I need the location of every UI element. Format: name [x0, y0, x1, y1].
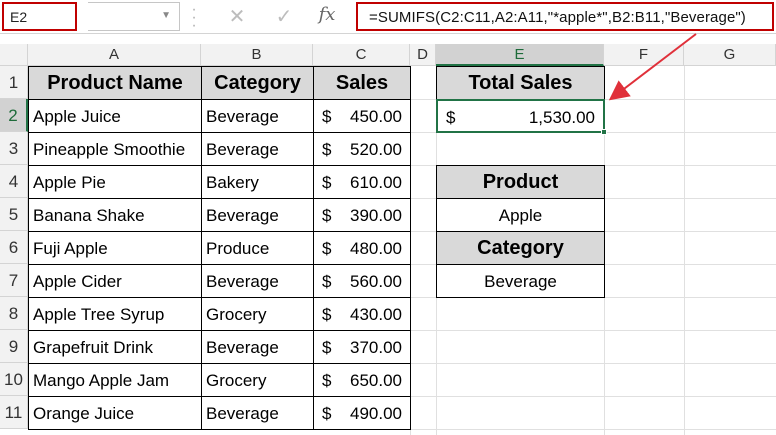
name-box-dropdown[interactable]: ▼ [88, 2, 180, 31]
chevron-down-icon[interactable]: ▼ [161, 10, 171, 21]
category-label[interactable]: Category [436, 231, 605, 265]
product-label[interactable]: Product [436, 165, 605, 199]
header-category[interactable]: Category [201, 66, 314, 100]
category-cell[interactable]: Grocery [201, 363, 314, 397]
row-header-5[interactable]: 5 [0, 198, 28, 231]
column-header-f[interactable]: F [604, 44, 684, 66]
cancel-icon[interactable]: ✕ [224, 4, 250, 29]
sales-value: 560.00 [350, 272, 402, 291]
name-box-value: E2 [10, 9, 28, 25]
currency-sign: $ [322, 338, 332, 357]
sales-cell[interactable]: $450.00 [313, 99, 411, 133]
product-name-cell[interactable]: Apple Pie [28, 165, 202, 199]
column-header-d[interactable]: D [410, 44, 436, 66]
row-header-6[interactable]: 6 [0, 231, 28, 264]
sales-value: 370.00 [350, 338, 402, 357]
total-sales-value: 1,530.00 [528, 108, 595, 127]
sales-cell[interactable]: $520.00 [313, 132, 411, 166]
total-sales-cell[interactable]: $ 1,530.00 [436, 99, 605, 133]
row-header-10[interactable]: 10 [0, 363, 28, 396]
header-product-name[interactable]: Product Name [28, 66, 202, 100]
column-header-b[interactable]: B [201, 44, 313, 66]
currency-sign: $ [322, 140, 332, 159]
category-cell[interactable]: Produce [201, 231, 314, 265]
column-header-a[interactable]: A [28, 44, 201, 66]
row-header-3[interactable]: 3 [0, 132, 28, 165]
product-name-cell[interactable]: Apple Cider [28, 264, 202, 298]
currency-sign: $ [322, 107, 332, 126]
category-cell[interactable]: Beverage [201, 330, 314, 364]
gridline [684, 66, 685, 435]
currency-sign: $ [322, 173, 332, 192]
product-name-cell[interactable]: Apple Juice [28, 99, 202, 133]
product-name-cell[interactable]: Grapefruit Drink [28, 330, 202, 364]
product-name-cell[interactable]: Banana Shake [28, 198, 202, 232]
category-cell[interactable]: Beverage [201, 99, 314, 133]
name-box[interactable]: E2 [2, 2, 77, 31]
row-header-1[interactable]: 1 [0, 66, 28, 99]
sales-value: 610.00 [350, 173, 402, 192]
currency-sign: $ [446, 108, 456, 127]
sales-cell[interactable]: $610.00 [313, 165, 411, 199]
sales-cell[interactable]: $430.00 [313, 297, 411, 331]
category-cell[interactable]: Grocery [201, 297, 314, 331]
row-header-7[interactable]: 7 [0, 264, 28, 297]
product-criteria[interactable]: Apple [436, 198, 605, 232]
currency-sign: $ [322, 272, 332, 291]
sales-cell[interactable]: $650.00 [313, 363, 411, 397]
sales-value: 390.00 [350, 206, 402, 225]
select-all-corner[interactable] [0, 44, 28, 66]
category-cell[interactable]: Beverage [201, 198, 314, 232]
sales-value: 450.00 [350, 107, 402, 126]
row-header-2[interactable]: 2 [0, 99, 28, 132]
product-name-cell[interactable]: Apple Tree Syrup [28, 297, 202, 331]
category-cell[interactable]: Beverage [201, 132, 314, 166]
category-cell[interactable]: Beverage [201, 396, 314, 430]
enter-icon[interactable]: ✓ [271, 4, 297, 29]
total-sales-label[interactable]: Total Sales [436, 66, 605, 100]
sales-cell[interactable]: $480.00 [313, 231, 411, 265]
row-header-4[interactable]: 4 [0, 165, 28, 198]
sales-value: 480.00 [350, 239, 402, 258]
product-name-cell[interactable]: Mango Apple Jam [28, 363, 202, 397]
formula-text: =SUMIFS(C2:C11,A2:A11,"*apple*",B2:B11,"… [369, 9, 746, 26]
currency-sign: $ [322, 305, 332, 324]
product-name-cell[interactable]: Fuji Apple [28, 231, 202, 265]
header-sales[interactable]: Sales [313, 66, 411, 100]
formula-input[interactable]: =SUMIFS(C2:C11,A2:A11,"*apple*",B2:B11,"… [356, 2, 774, 31]
category-cell[interactable]: Beverage [201, 264, 314, 298]
product-name-cell[interactable]: Orange Juice [28, 396, 202, 430]
currency-sign: $ [322, 404, 332, 423]
currency-sign: $ [322, 239, 332, 258]
sales-value: 520.00 [350, 140, 402, 159]
product-name-cell[interactable]: Pineapple Smoothie [28, 132, 202, 166]
row-header-11[interactable]: 11 [0, 396, 28, 429]
column-header-c[interactable]: C [313, 44, 410, 66]
drag-handle-icon[interactable]: · · · [190, 2, 198, 34]
currency-sign: $ [322, 371, 332, 390]
fill-handle[interactable] [601, 129, 607, 135]
sales-value: 430.00 [350, 305, 402, 324]
row-header-8[interactable]: 8 [0, 297, 28, 330]
currency-sign: $ [322, 206, 332, 225]
column-header-e[interactable]: E [436, 44, 604, 66]
row-header-9[interactable]: 9 [0, 330, 28, 363]
sales-cell[interactable]: $490.00 [313, 396, 411, 430]
column-header-g[interactable]: G [684, 44, 776, 66]
category-criteria[interactable]: Beverage [436, 264, 605, 298]
formula-bar: E2 ▼ · · · ✕ ✓ fx =SUMIFS(C2:C11,A2:A11,"*… [0, 0, 776, 34]
insert-function-icon[interactable]: fx [314, 4, 340, 25]
sales-cell[interactable]: $390.00 [313, 198, 411, 232]
sales-value: 490.00 [350, 404, 402, 423]
category-cell[interactable]: Bakery [201, 165, 314, 199]
sales-cell[interactable]: $370.00 [313, 330, 411, 364]
sales-cell[interactable]: $560.00 [313, 264, 411, 298]
sales-value: 650.00 [350, 371, 402, 390]
